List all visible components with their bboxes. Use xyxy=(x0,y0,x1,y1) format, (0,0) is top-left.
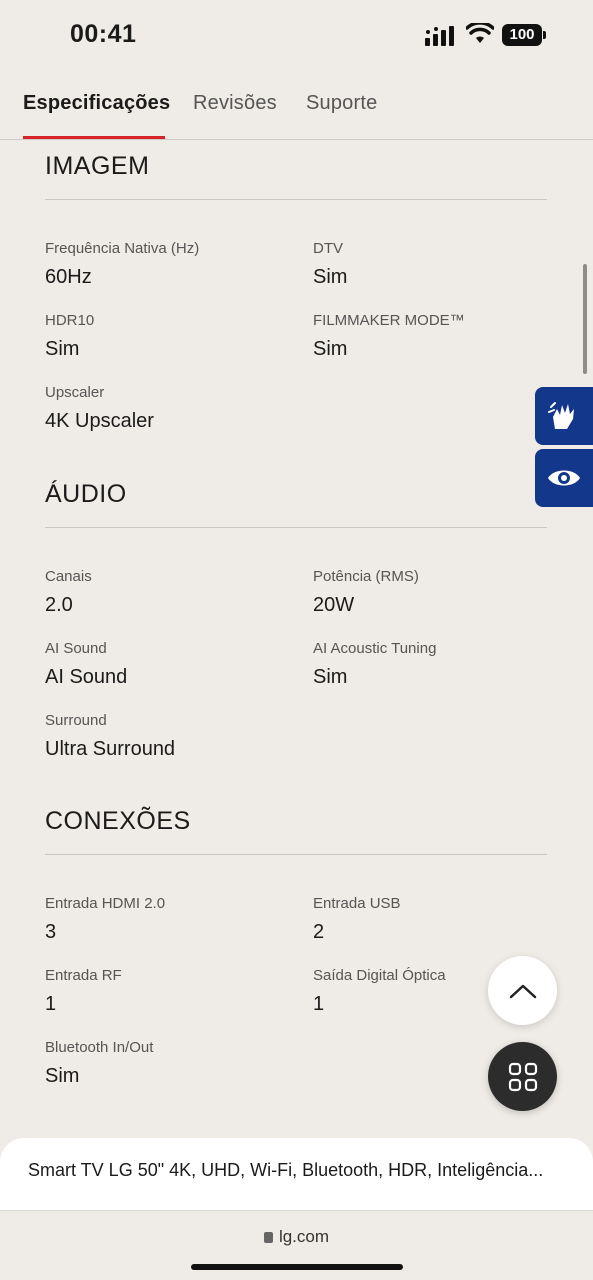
active-tab-indicator xyxy=(23,136,165,139)
spec-value: Sim xyxy=(313,666,348,688)
quick-menu-button[interactable] xyxy=(488,1042,557,1111)
section-title-audio: ÁUDIO xyxy=(45,480,127,508)
tab-bar: Especificações Revisões Suporte xyxy=(0,72,593,140)
visual-accessibility-button[interactable] xyxy=(535,449,593,507)
spec-label: Entrada HDMI 2.0 xyxy=(45,895,166,912)
tab-especificacoes[interactable]: Especificações xyxy=(23,92,170,115)
eye-icon xyxy=(548,470,580,486)
spec-label: HDR10 xyxy=(45,312,95,329)
spec-label: Frequência Nativa (Hz) xyxy=(45,240,200,257)
lock-icon xyxy=(263,1232,273,1243)
battery-icon: 100 xyxy=(502,24,546,46)
spec-label: Upscaler xyxy=(45,384,105,401)
spec-label: DTV xyxy=(313,240,343,257)
spec-value: 2 xyxy=(313,921,325,943)
spec-label: Entrada RF xyxy=(45,967,122,984)
spec-value: 2.0 xyxy=(45,594,73,616)
url-row[interactable]: lg.com xyxy=(0,1227,593,1247)
spec-label: Potência (RMS) xyxy=(313,568,419,585)
spec-label: AI Sound xyxy=(45,640,107,657)
spec-value: 60Hz xyxy=(45,266,92,288)
sign-language-button[interactable] xyxy=(535,387,593,445)
wifi-icon xyxy=(466,23,494,43)
status-time: 00:41 xyxy=(70,20,137,48)
spec-label: AI Acoustic Tuning xyxy=(313,640,437,657)
spec-value: 1 xyxy=(313,993,325,1015)
chevron-up-icon xyxy=(509,984,536,998)
spec-value: Sim xyxy=(313,266,348,288)
section-divider xyxy=(45,199,547,200)
scrollbar[interactable] xyxy=(583,264,587,374)
sign-language-icon xyxy=(548,402,574,429)
product-name: Smart TV LG 50" 4K, UHD, Wi-Fi, Bluetoot… xyxy=(28,1160,544,1180)
tab-suporte[interactable]: Suporte xyxy=(306,92,377,115)
spec-value: AI Sound xyxy=(45,666,128,688)
spec-value: Sim xyxy=(45,1065,80,1087)
tab-revisoes[interactable]: Revisões xyxy=(193,92,277,115)
spec-label: Surround xyxy=(45,712,107,729)
spec-value: 20W xyxy=(313,594,355,616)
spec-value: Sim xyxy=(45,338,80,360)
section-title-conexoes: CONEXÕES xyxy=(45,807,191,835)
grid-icon xyxy=(508,1062,537,1091)
status-bar: 00:41 100 xyxy=(0,0,593,72)
spec-label: Entrada USB xyxy=(313,895,401,912)
spec-label: Bluetooth In/Out xyxy=(45,1039,154,1056)
spec-value: 3 xyxy=(45,921,57,943)
spec-value: Ultra Surround xyxy=(45,738,176,760)
spec-value: Sim xyxy=(313,338,348,360)
spec-label: FILMMAKER MODE™ xyxy=(313,312,465,329)
scroll-to-top-button[interactable] xyxy=(488,956,557,1025)
spec-value: 1 xyxy=(45,993,57,1015)
battery-level: 100 xyxy=(502,24,542,46)
sticky-product-bar[interactable]: Smart TV LG 50" 4K, UHD, Wi-Fi, Bluetoot… xyxy=(0,1138,593,1210)
spec-label: Saída Digital Óptica xyxy=(313,967,446,984)
home-indicator[interactable] xyxy=(191,1264,403,1270)
url-text: lg.com xyxy=(278,1227,330,1246)
section-title-imagem: IMAGEM xyxy=(45,152,150,180)
spec-value: 4K Upscaler xyxy=(45,410,154,432)
section-divider xyxy=(45,854,547,855)
spec-label: Canais xyxy=(45,568,92,585)
section-divider xyxy=(45,527,547,528)
cellular-signal-icon xyxy=(425,26,454,46)
